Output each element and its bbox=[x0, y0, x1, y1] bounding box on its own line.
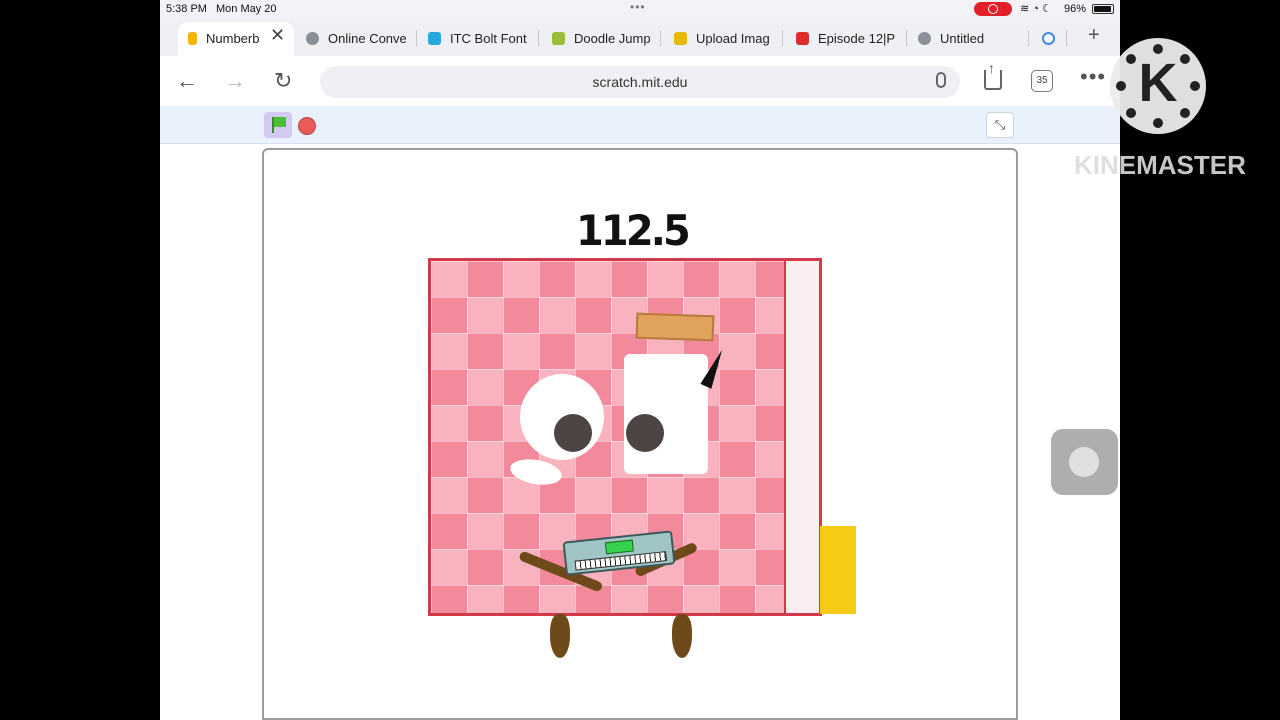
number-label: 112.5 bbox=[576, 206, 691, 255]
logo-dot bbox=[1190, 81, 1200, 91]
tab-label: ITC Bolt Font bbox=[450, 30, 527, 46]
tab-itc-bolt-font[interactable]: ITC Bolt Font bbox=[428, 24, 530, 52]
logo-dot bbox=[1180, 108, 1190, 118]
tab-episode-12[interactable]: Episode 12|P bbox=[796, 24, 896, 52]
logo-dot bbox=[1180, 54, 1190, 64]
address-bar[interactable]: scratch.mit.edu bbox=[320, 66, 960, 98]
left-pupil bbox=[554, 414, 592, 452]
tab-label: Numberb bbox=[206, 30, 260, 46]
tab-doodle-jump[interactable]: Doodle Jump bbox=[552, 24, 652, 52]
ipad-screen: 5:38 PM Mon May 20 ••• ≋ ◔ ☾ 96% Numberb… bbox=[160, 0, 1120, 720]
tab-label: Doodle Jump bbox=[574, 30, 651, 46]
battery-icon bbox=[1092, 4, 1114, 14]
globe-icon bbox=[918, 31, 931, 45]
multitasking-dots[interactable]: ••• bbox=[630, 0, 646, 14]
right-leg bbox=[672, 614, 692, 658]
forward-arrow-icon[interactable]: → bbox=[224, 68, 246, 94]
url-text: scratch.mit.edu bbox=[592, 74, 688, 90]
tab-count-button[interactable]: 35 bbox=[1031, 70, 1053, 92]
right-eye bbox=[624, 354, 708, 474]
green-flag-icon[interactable] bbox=[264, 112, 292, 138]
tab-separator bbox=[538, 30, 539, 46]
logo-dot bbox=[1126, 108, 1136, 118]
stop-icon[interactable] bbox=[298, 117, 316, 135]
tab-separator bbox=[416, 30, 417, 46]
tab-separator bbox=[906, 30, 907, 46]
tab-label: Upload Imag bbox=[696, 30, 770, 46]
tab-favicon bbox=[674, 31, 687, 45]
half-block-strip bbox=[784, 258, 822, 616]
kinemaster-watermark: KINEMASTER bbox=[1074, 150, 1246, 180]
tab-google[interactable] bbox=[1042, 24, 1062, 52]
status-bar: 5:38 PM Mon May 20 ••• ≋ ◔ ☾ 96% bbox=[160, 0, 1120, 18]
logo-dot bbox=[1153, 118, 1163, 128]
yellow-block bbox=[820, 526, 856, 614]
status-date: Mon May 20 bbox=[216, 3, 277, 15]
tab-bar: Numberb ✕ Online Conve ITC Bolt Font Doo… bbox=[160, 18, 1120, 56]
browser-toolbar: ← → ↻ scratch.mit.edu 35 ••• bbox=[160, 56, 1120, 106]
tab-favicon bbox=[428, 31, 441, 45]
logo-dot bbox=[1153, 44, 1163, 54]
tab-favicon bbox=[188, 31, 197, 45]
left-leg bbox=[550, 614, 570, 658]
back-arrow-icon[interactable]: ← bbox=[176, 68, 198, 94]
wifi-icon: ≋ ◔ ☾ bbox=[1020, 3, 1052, 15]
right-pupil bbox=[626, 414, 664, 452]
tab-untitled[interactable]: Untitled bbox=[918, 24, 1018, 52]
globe-icon bbox=[306, 31, 319, 45]
new-tab-button[interactable]: + bbox=[1088, 24, 1100, 47]
tab-separator bbox=[782, 30, 783, 46]
reload-icon[interactable]: ↻ bbox=[274, 68, 292, 94]
more-icon[interactable]: ••• bbox=[1080, 64, 1106, 90]
eyebrow bbox=[635, 312, 715, 342]
scratch-stage[interactable]: 112.5 bbox=[262, 148, 1018, 720]
logo-dot bbox=[1126, 54, 1136, 64]
scratch-player-controls: ⤡ bbox=[160, 106, 1120, 144]
battery-percent: 96% bbox=[1064, 3, 1087, 15]
mic-icon[interactable] bbox=[936, 72, 946, 88]
screen-recording-icon[interactable] bbox=[974, 2, 1012, 16]
youtube-icon bbox=[796, 31, 809, 45]
tab-online-converter[interactable]: Online Conve bbox=[306, 24, 406, 52]
tab-favicon bbox=[552, 31, 565, 45]
kinemaster-logo-icon: K bbox=[1110, 38, 1206, 134]
tab-separator bbox=[1066, 30, 1067, 46]
share-icon[interactable] bbox=[984, 60, 1002, 90]
tab-label: Online Conve bbox=[328, 30, 406, 46]
google-icon bbox=[1042, 31, 1055, 45]
tab-separator bbox=[660, 30, 661, 46]
close-tab-icon[interactable]: ✕ bbox=[270, 26, 285, 44]
tab-separator bbox=[1028, 30, 1029, 46]
assistive-touch-button[interactable] bbox=[1051, 429, 1118, 495]
tab-label: Untitled bbox=[940, 30, 985, 46]
exit-fullscreen-icon[interactable]: ⤡ bbox=[986, 112, 1014, 138]
keyboard-screen bbox=[604, 539, 634, 555]
status-time: 5:38 PM bbox=[166, 3, 207, 15]
logo-dot bbox=[1116, 81, 1126, 91]
tab-label: Episode 12|P bbox=[818, 30, 896, 46]
tab-upload-image[interactable]: Upload Imag bbox=[674, 24, 774, 52]
tab-numberblocks[interactable]: Numberb bbox=[188, 24, 268, 52]
